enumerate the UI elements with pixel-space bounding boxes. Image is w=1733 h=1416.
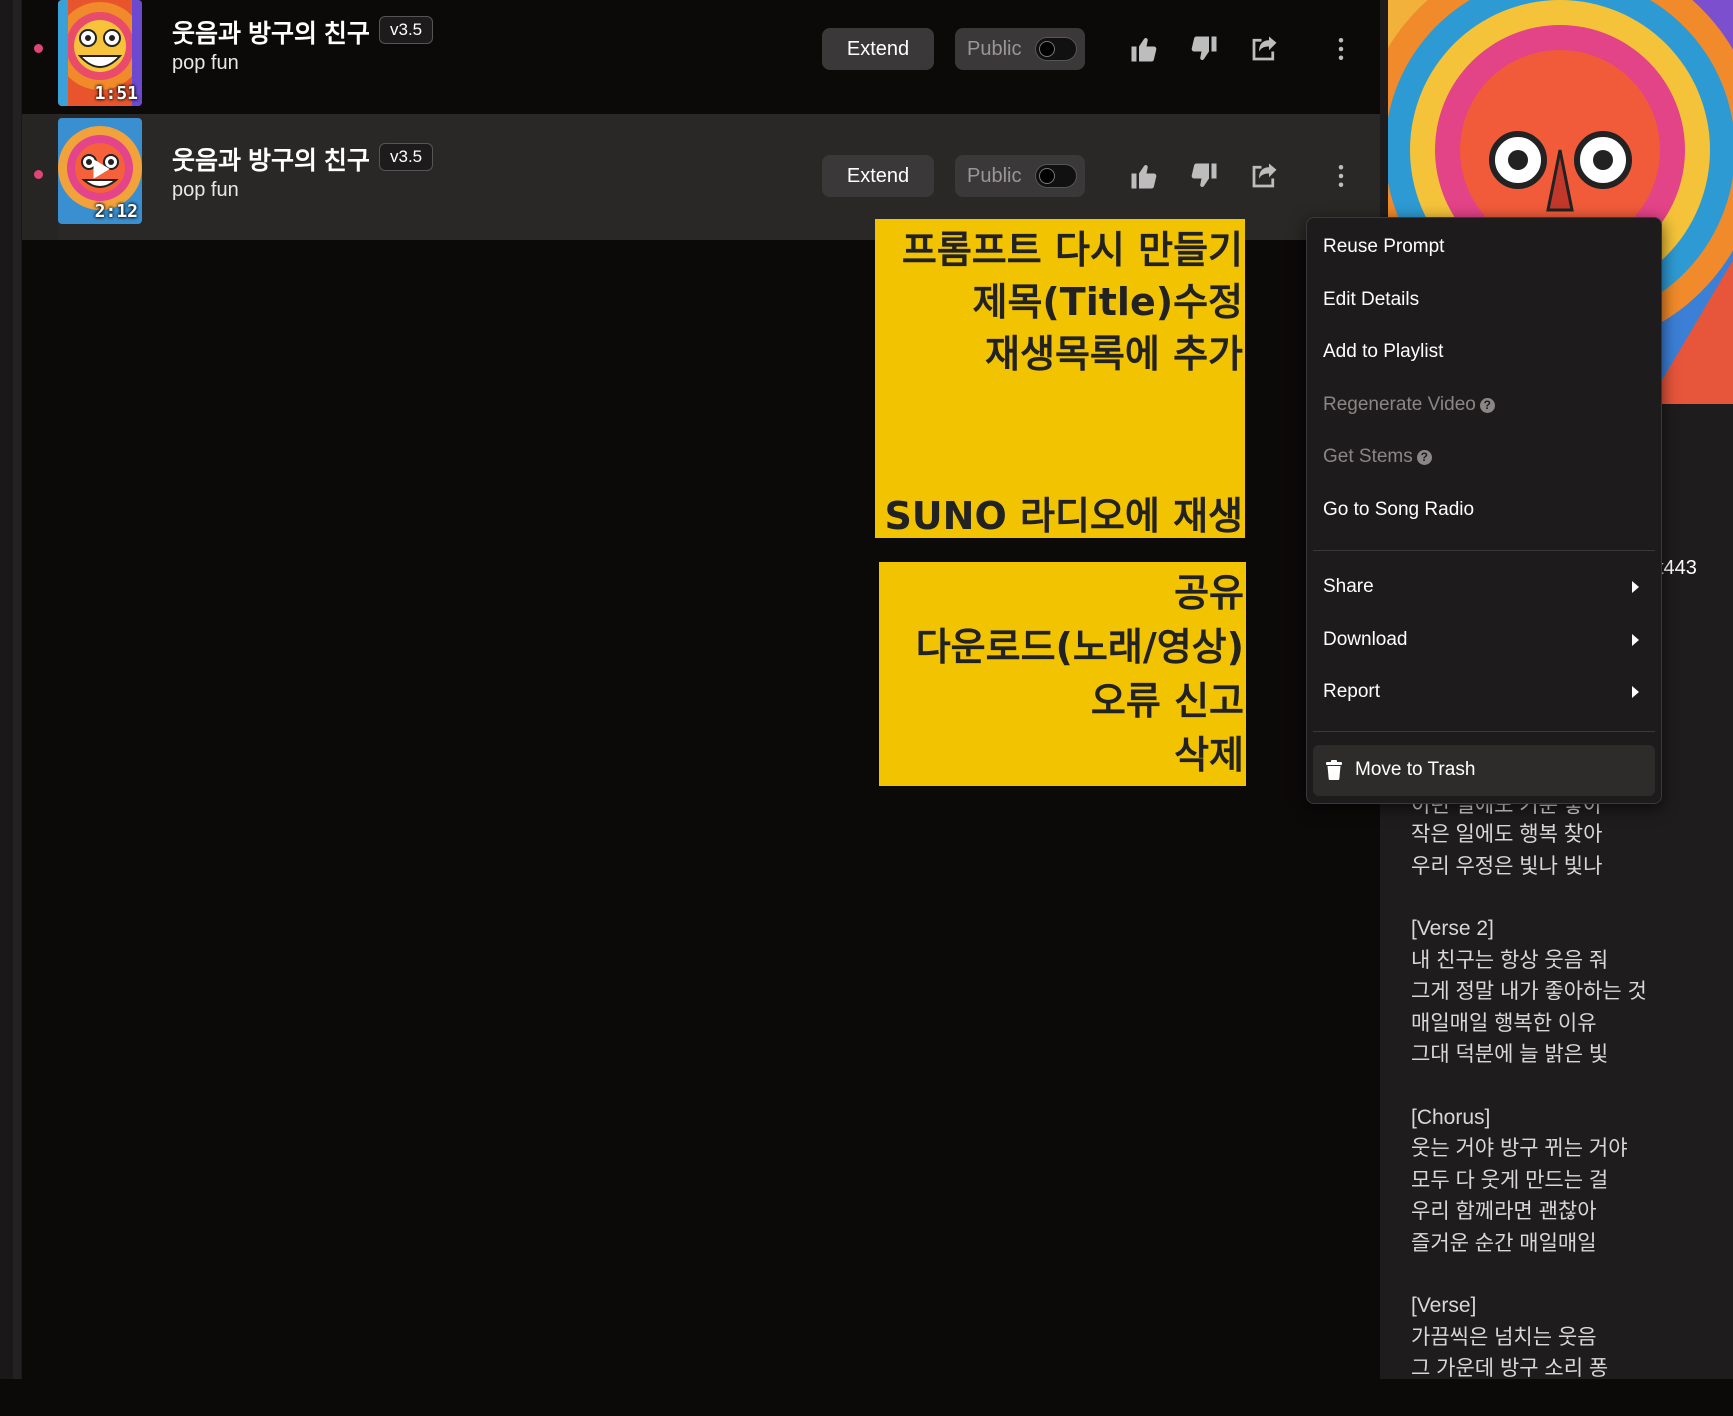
menu-item-add-to-playlist[interactable]: Add to Playlist xyxy=(1323,341,1443,363)
lyric-line: 웃는 거야 방구 뀌는 거야 xyxy=(1411,1137,1628,1160)
extend-button[interactable]: Extend xyxy=(822,28,934,70)
chevron-right-icon xyxy=(1632,634,1639,646)
lyric-line: 우리 우정은 빛나 빛나 xyxy=(1411,854,1603,878)
sidebar-divider xyxy=(13,0,21,1379)
menu-divider xyxy=(1313,731,1655,732)
toggle-switch[interactable] xyxy=(1035,164,1077,188)
song-title[interactable]: 웃음과 방구의 친구 xyxy=(172,141,370,177)
toggle-switch[interactable] xyxy=(1035,37,1077,61)
left-sidebar-edge xyxy=(0,0,22,1379)
menu-item-share[interactable]: Share xyxy=(1323,576,1645,598)
song-duration: 1:51 xyxy=(94,83,138,104)
chevron-right-icon xyxy=(1632,581,1639,593)
menu-item-download[interactable]: Download xyxy=(1323,629,1645,651)
toggle-knob xyxy=(1039,168,1055,184)
lyrics-block: [Chorus] 웃는 거야 방구 뀌는 거야 모두 다 웃게 만드는 걸 우리… xyxy=(1411,1102,1647,1260)
menu-item-reuse-prompt[interactable]: Reuse Prompt xyxy=(1323,236,1444,258)
song-duration: 2:12 xyxy=(94,201,138,222)
song-row[interactable]: 1:51 웃음과 방구의 친구 v3.5 pop fun Extend Publ… xyxy=(22,0,1380,113)
lyric-line: 가끔씩은 넘치는 웃음 xyxy=(1411,1325,1597,1349)
lyric-line: 작은 일에도 행복 찾아 xyxy=(1411,823,1603,846)
lyrics-block: [Verse 2] 내 친구는 항상 웃음 줘 그게 정말 내가 좋아하는 것 … xyxy=(1411,913,1647,1071)
toggle-knob xyxy=(1039,41,1055,57)
public-label: Public xyxy=(967,165,1022,187)
menu-item-edit-details[interactable]: Edit Details xyxy=(1323,289,1419,311)
public-toggle[interactable]: Public xyxy=(955,155,1085,197)
lyric-line: 매일매일 행복한 이유 xyxy=(1411,1011,1597,1035)
help-icon[interactable]: ? xyxy=(1479,398,1495,413)
share-icon[interactable] xyxy=(1249,34,1279,64)
thumbs-down-icon[interactable] xyxy=(1189,34,1219,64)
public-toggle[interactable]: Public xyxy=(955,28,1085,70)
more-vertical-icon[interactable] xyxy=(1326,161,1356,191)
annotation-line: 오류 신고 xyxy=(1090,679,1244,723)
annotation-line: 제목(Title)수정 xyxy=(972,280,1243,324)
model-version-badge: v3.5 xyxy=(379,143,434,171)
extend-button[interactable]: Extend xyxy=(822,155,934,197)
creator-username[interactable]: t443 xyxy=(1658,557,1697,580)
menu-item-label: Get Stems xyxy=(1323,446,1413,467)
lyric-line: 그게 정말 내가 좋아하는 것 xyxy=(1411,980,1647,1003)
public-label: Public xyxy=(967,38,1022,60)
help-icon[interactable]: ? xyxy=(1416,450,1432,465)
menu-item-label: Move to Trash xyxy=(1355,759,1476,780)
trash-icon xyxy=(1326,760,1342,780)
song-title[interactable]: 웃음과 방구의 친구 xyxy=(172,14,370,50)
lyric-section-label: [Chorus] xyxy=(1411,1105,1491,1129)
thumbs-up-icon[interactable] xyxy=(1129,161,1159,191)
annotation-line: 삭제 xyxy=(1174,733,1244,777)
play-icon[interactable] xyxy=(87,156,113,182)
chevron-right-icon xyxy=(1632,686,1639,698)
lyrics-block: [Verse] 가끔씩은 넘치는 웃음 그 가운데 방구 소리 퐁 xyxy=(1411,1290,1647,1385)
menu-item-label: Regenerate Video xyxy=(1323,394,1476,415)
song-thumbnail[interactable]: 2:12 xyxy=(58,118,142,224)
thumbs-down-icon[interactable] xyxy=(1189,161,1219,191)
annotation-line: SUNO 라디오에 재생 xyxy=(884,494,1243,538)
menu-item-go-to-song-radio[interactable]: Go to Song Radio xyxy=(1323,499,1474,521)
lyrics-block: 작은 일에도 행복 찾아 우리 우정은 빛나 빛나 xyxy=(1411,819,1647,882)
lyric-section-label: [Verse] xyxy=(1411,1294,1477,1317)
more-vertical-icon[interactable] xyxy=(1326,34,1356,64)
menu-item-get-stems[interactable]: Get Stems? xyxy=(1323,446,1432,468)
menu-item-label: Share xyxy=(1323,576,1374,597)
new-indicator-dot xyxy=(34,170,43,179)
lyric-line: 우리 함께라면 괜찮아 xyxy=(1411,1200,1597,1223)
menu-divider xyxy=(1313,550,1655,551)
share-icon[interactable] xyxy=(1249,161,1279,191)
menu-item-move-to-trash[interactable]: Move to Trash xyxy=(1313,745,1655,796)
annotation-box: 공유 다운로드(노래/영상) 오류 신고 삭제 xyxy=(879,562,1246,786)
annotation-line: 프롬프트 다시 만들기 xyxy=(901,228,1243,272)
song-style[interactable]: pop fun xyxy=(172,52,239,75)
annotation-line: 다운로드(노래/영상) xyxy=(915,625,1244,669)
lyric-line: 모두 다 웃게 만드는 걸 xyxy=(1411,1168,1609,1192)
new-indicator-dot xyxy=(34,44,43,53)
menu-item-label: Report xyxy=(1323,681,1381,702)
song-context-menu: Reuse Prompt Edit Details Add to Playlis… xyxy=(1306,217,1662,804)
lyric-line: 그대 덕분에 늘 밝은 빛 xyxy=(1411,1043,1609,1066)
song-thumbnail[interactable]: 1:51 xyxy=(58,0,142,106)
lyric-line: 즐거운 순간 매일매일 xyxy=(1411,1231,1597,1255)
song-style[interactable]: pop fun xyxy=(172,179,239,202)
menu-item-regenerate-video[interactable]: Regenerate Video? xyxy=(1323,394,1495,416)
lyric-line: 내 친구는 항상 웃음 줘 xyxy=(1411,948,1609,972)
lyrics: 작은 일에도 행복 찾아 우리 우정은 빛나 빛나 [Verse 2] 내 친구… xyxy=(1411,819,1647,1416)
menu-item-label: Download xyxy=(1323,629,1408,650)
annotation-box: 프롬프트 다시 만들기 제목(Title)수정 재생목록에 추가 SUNO 라디… xyxy=(875,219,1245,538)
annotation-line: 재생목록에 추가 xyxy=(985,332,1243,376)
thumbs-up-icon[interactable] xyxy=(1129,34,1159,64)
lyric-section-label: [Verse 2] xyxy=(1411,917,1494,940)
model-version-badge: v3.5 xyxy=(379,16,434,44)
annotation-line: 공유 xyxy=(1174,571,1244,615)
lyric-line: 그 가운데 방구 소리 퐁 xyxy=(1411,1357,1609,1380)
menu-item-report[interactable]: Report xyxy=(1323,681,1645,703)
